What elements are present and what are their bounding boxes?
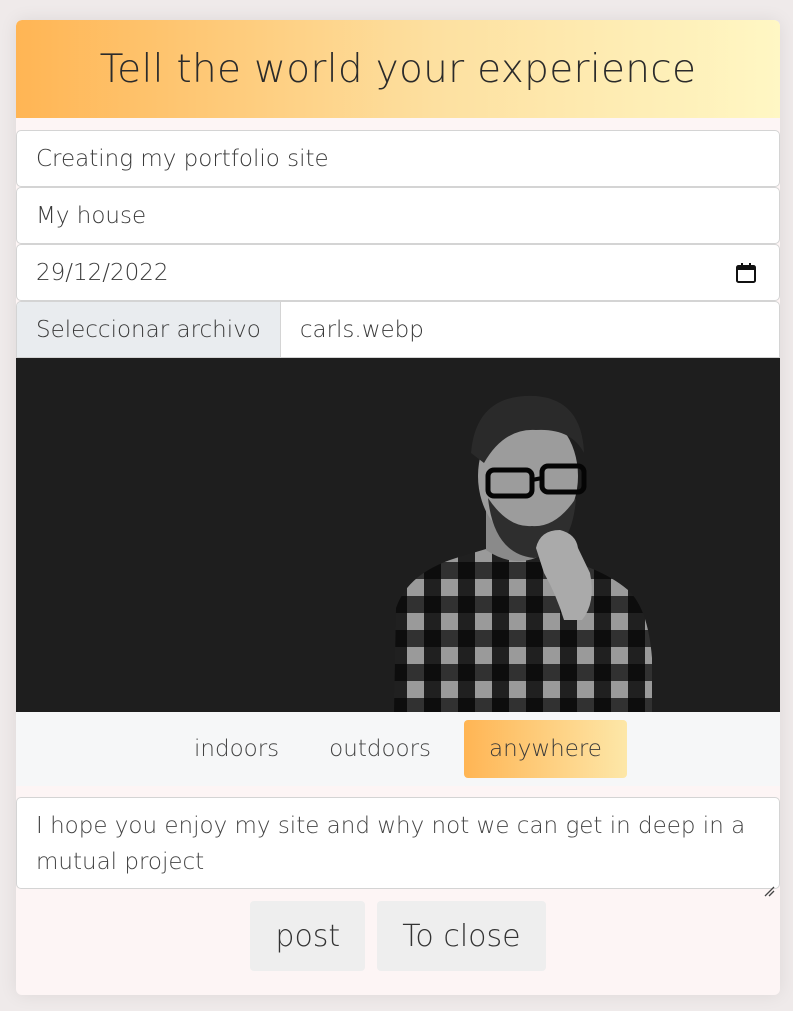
file-name: carls.webp [299, 316, 424, 343]
modal-header: Tell the world your experience [16, 20, 780, 118]
image-preview [16, 358, 780, 712]
option-anywhere[interactable]: anywhere [464, 720, 627, 778]
resize-handle-icon[interactable] [763, 872, 775, 897]
option-outdoors[interactable]: outdoors [304, 720, 456, 778]
select-file-button[interactable]: Seleccionar archivo [17, 302, 281, 357]
file-input[interactable]: Seleccionar archivo carls.webp [16, 301, 780, 358]
place-input[interactable]: My house [16, 187, 780, 244]
date-input-value: 29/12/2022 [36, 259, 169, 286]
close-button[interactable]: To close [377, 901, 546, 971]
date-input[interactable]: 29/12/2022 [16, 244, 780, 301]
experience-modal: Tell the world your experience Creating … [16, 20, 780, 995]
comment-text: I hope you enjoy my site and why not we … [36, 813, 746, 875]
title-input[interactable]: Creating my portfolio site [16, 130, 780, 187]
location-options: indoors outdoors anywhere [16, 712, 780, 786]
place-input-value: My house [36, 202, 147, 229]
modal-actions: post To close [16, 901, 780, 971]
modal-title: Tell the world your experience [99, 46, 697, 92]
person-portrait-image [394, 395, 652, 712]
comment-textarea[interactable]: I hope you enjoy my site and why not we … [16, 797, 780, 897]
option-indoors[interactable]: indoors [169, 720, 304, 778]
title-input-value: Creating my portfolio site [36, 145, 329, 172]
post-button[interactable]: post [250, 901, 366, 971]
calendar-icon[interactable] [735, 262, 757, 284]
